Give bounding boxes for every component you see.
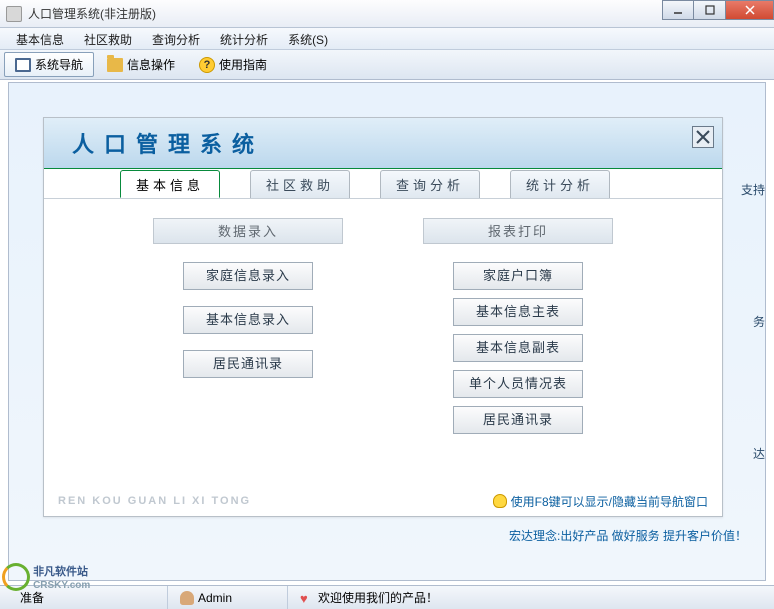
window-controls [662, 0, 774, 20]
window-title: 人口管理系统(非注册版) [28, 5, 156, 22]
minimize-button[interactable] [662, 0, 694, 20]
btn-resident-contacts[interactable]: 居民通讯录 [183, 350, 313, 378]
btn-basic-info-entry[interactable]: 基本信息录入 [183, 306, 313, 334]
btn-individual-status[interactable]: 单个人员情况表 [453, 370, 583, 398]
col-head-data-entry: 数据录入 [153, 218, 343, 244]
status-user-name: Admin [198, 591, 232, 605]
maximize-button[interactable] [694, 0, 726, 20]
toolbar: 系统导航 信息操作 ? 使用指南 [0, 50, 774, 80]
client-area: 支持 务 达 人口管理系统 基本信息 社区救助 查询分析 统计分析 数据录入 家… [8, 82, 766, 581]
toolbar-system-nav[interactable]: 系统导航 [4, 52, 94, 77]
watermark-name: 非凡软件站 [33, 566, 88, 578]
tab-community-aid[interactable]: 社区救助 [250, 170, 350, 198]
panel-close-button[interactable] [692, 126, 714, 148]
toolbar-info-ops[interactable]: 信息操作 [96, 52, 186, 77]
watermark-url: CRSKY.com [33, 580, 90, 591]
panel-header: 人口管理系统 [44, 118, 722, 170]
close-icon [696, 130, 710, 144]
pinyin-text: REN KOU GUAN LI XI TONG [58, 495, 251, 507]
col-report-print: 报表打印 家庭户口簿 基本信息主表 基本信息副表 单个人员情况表 居民通讯录 [423, 218, 613, 516]
col-data-entry: 数据录入 家庭信息录入 基本信息录入 居民通讯录 [153, 218, 343, 516]
btn-resident-contacts-print[interactable]: 居民通讯录 [453, 406, 583, 434]
tab-basic-info[interactable]: 基本信息 [120, 170, 220, 198]
menu-community-aid[interactable]: 社区救助 [74, 28, 142, 49]
btn-household-register[interactable]: 家庭户口簿 [453, 262, 583, 290]
status-welcome: ♥ 欢迎使用我们的产品！ [288, 586, 450, 609]
btn-basic-info-sub[interactable]: 基本信息副表 [453, 334, 583, 362]
toolbar-label: 信息操作 [127, 56, 175, 73]
user-icon [180, 591, 194, 605]
menubar: 基本信息 社区救助 查询分析 统计分析 系统(S) [0, 28, 774, 50]
f8-hint: 使用F8键可以显示/隐藏当前导航窗口 [493, 493, 708, 510]
monitor-icon [15, 58, 31, 72]
toolbar-help-guide[interactable]: ? 使用指南 [188, 52, 278, 77]
panel-title: 人口管理系统 [72, 127, 264, 159]
close-button[interactable] [726, 0, 774, 20]
help-icon: ? [199, 57, 215, 73]
heart-icon: ♥ [300, 591, 314, 605]
toolbar-label: 使用指南 [219, 56, 267, 73]
hint-text: 使用F8键可以显示/隐藏当前导航窗口 [511, 493, 708, 510]
nav-panel: 人口管理系统 基本信息 社区救助 查询分析 统计分析 数据录入 家庭信息录入 基… [43, 117, 723, 517]
menu-system[interactable]: 系统(S) [278, 28, 338, 49]
status-ready-label: 准备 [20, 589, 44, 606]
btn-basic-info-main[interactable]: 基本信息主表 [453, 298, 583, 326]
menu-query-analysis[interactable]: 查询分析 [142, 28, 210, 49]
col-head-report-print: 报表打印 [423, 218, 613, 244]
panel-footer: REN KOU GUAN LI XI TONG 使用F8键可以显示/隐藏当前导航… [44, 486, 722, 516]
edge-text: 支持 [741, 181, 765, 198]
menu-basic-info[interactable]: 基本信息 [6, 28, 74, 49]
lightbulb-icon [493, 494, 507, 508]
edge-text: 务 [753, 313, 765, 330]
app-icon [6, 6, 22, 22]
menu-stat-analysis[interactable]: 统计分析 [210, 28, 278, 49]
edge-text: 达 [753, 445, 765, 462]
tab-row: 基本信息 社区救助 查询分析 统计分析 [44, 169, 722, 199]
btn-family-info-entry[interactable]: 家庭信息录入 [183, 262, 313, 290]
toolbar-label: 系统导航 [35, 56, 83, 73]
status-welcome-text: 欢迎使用我们的产品！ [318, 589, 438, 606]
status-user: Admin [168, 586, 288, 609]
panel-body: 数据录入 家庭信息录入 基本信息录入 居民通讯录 报表打印 家庭户口簿 基本信息… [44, 200, 722, 516]
tab-query-analysis[interactable]: 查询分析 [380, 170, 480, 198]
watermark: 非凡软件站 CRSKY.com [2, 563, 122, 591]
watermark-logo-icon [2, 563, 30, 591]
slogan-text: 宏达理念:出好产品 做好服务 提升客户价值！ [509, 527, 747, 544]
folder-icon [107, 58, 123, 72]
tab-stat-analysis[interactable]: 统计分析 [510, 170, 610, 198]
titlebar: 人口管理系统(非注册版) [0, 0, 774, 28]
